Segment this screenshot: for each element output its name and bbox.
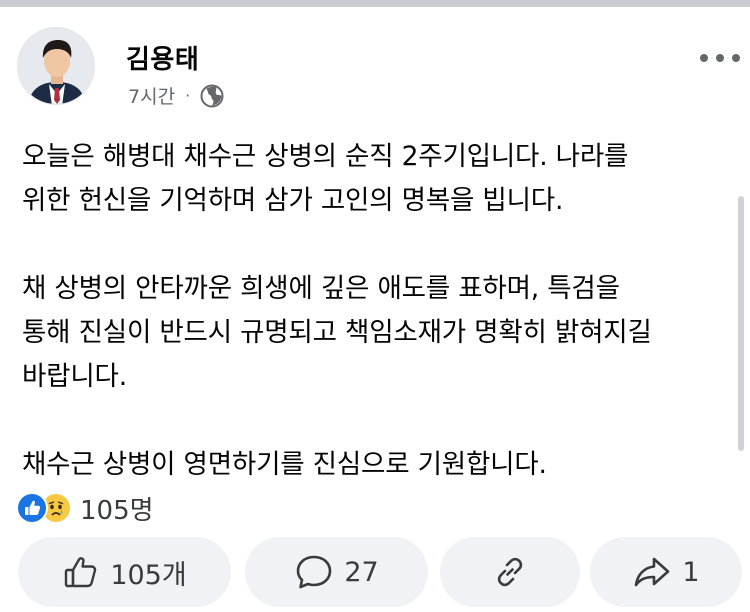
author-name[interactable]: 김용태 <box>126 39 199 76</box>
post-actions-bar: 105개 27 1 <box>0 537 750 607</box>
comment-icon <box>297 555 332 589</box>
more-dot-icon <box>732 54 740 62</box>
post-line: 채 상병의 안타까운 희생에 깊은 애도를 표하며, 특검을 <box>22 273 620 304</box>
post-line: 바랍니다. <box>22 361 127 392</box>
post-time[interactable]: 7시간 <box>128 82 175 109</box>
meta-separator: · <box>185 86 191 105</box>
post-line: 위한 헌신을 기억하며 삼가 고인의 명복을 빕니다. <box>22 185 564 216</box>
scrollbar[interactable] <box>738 196 744 451</box>
like-button[interactable]: 105개 <box>18 537 231 607</box>
avatar[interactable] <box>17 27 95 105</box>
share-count: 1 <box>682 556 700 588</box>
more-options-button[interactable] <box>700 48 740 68</box>
like-count: 105개 <box>110 559 187 591</box>
comment-button[interactable]: 27 <box>245 537 428 607</box>
comment-count: 27 <box>344 556 379 588</box>
post-text: 오늘은 해병대 채수근 상병의 순직 2주기입니다. 나라를 위한 헌신을 기억… <box>22 135 734 487</box>
copy-link-button[interactable] <box>440 537 580 607</box>
like-reaction-icon <box>16 492 48 524</box>
post-line: 오늘은 해병대 채수근 상병의 순직 2주기입니다. 나라를 <box>22 141 629 172</box>
post-line: 통해 진실이 반드시 규명되고 책임소재가 명확히 밝혀지길 <box>22 317 652 348</box>
more-dot-icon <box>716 54 724 62</box>
globe-icon[interactable] <box>200 84 224 108</box>
share-button[interactable]: 1 <box>590 537 742 607</box>
share-arrow-icon <box>635 557 670 587</box>
post-meta: 7시간 · <box>128 82 224 109</box>
top-divider <box>0 0 750 7</box>
post-header: 김용태 7시간 · <box>0 20 750 108</box>
reaction-summary[interactable]: 105명 <box>16 490 154 526</box>
reaction-count[interactable]: 105명 <box>80 490 154 527</box>
thumbs-up-icon <box>65 557 97 588</box>
more-dot-icon <box>700 54 708 62</box>
post-line: 채수근 상병이 영면하기를 진심으로 기원합니다. <box>22 449 547 480</box>
link-icon <box>497 557 523 587</box>
